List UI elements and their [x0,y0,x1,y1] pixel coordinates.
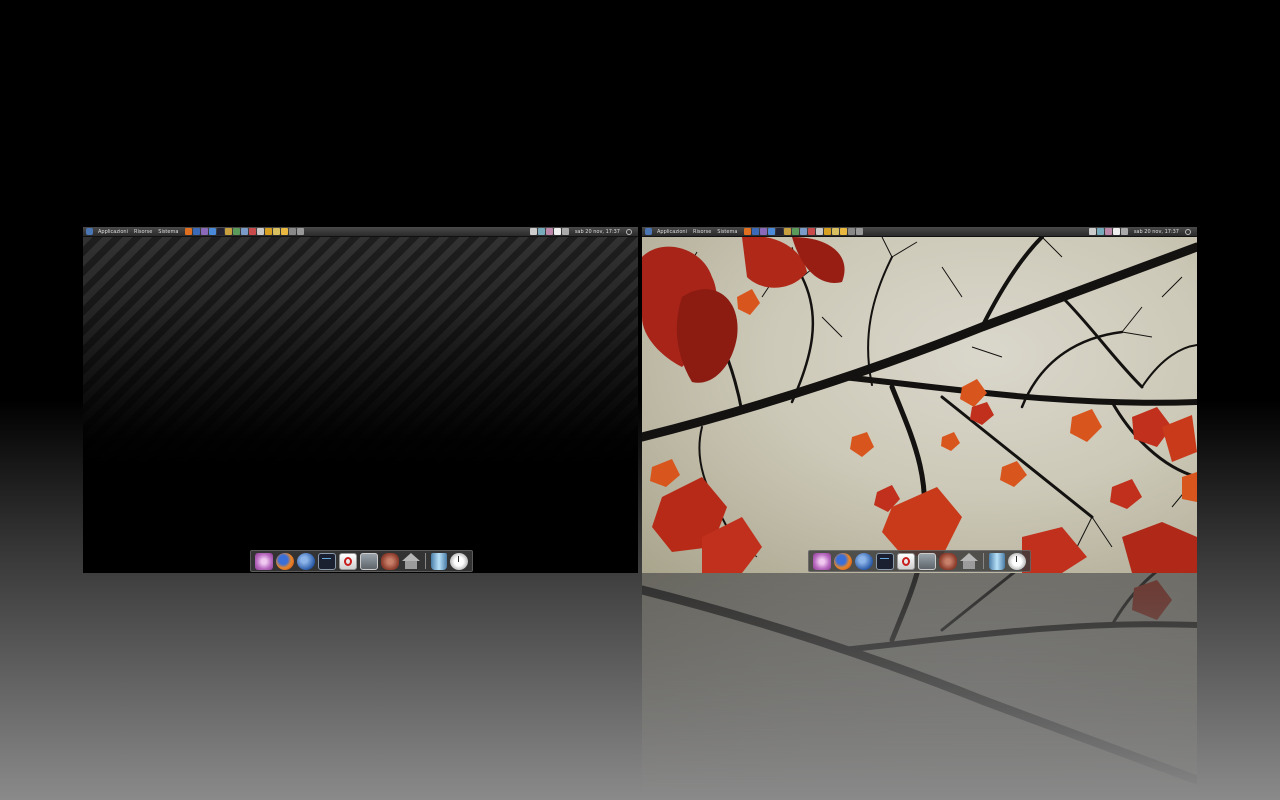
tray-pidgin-icon[interactable] [545,228,553,235]
tray-window-icon[interactable] [529,228,537,235]
terminal-launcher-icon[interactable] [217,228,225,235]
archive-launcher-icon[interactable] [225,228,233,235]
web-launcher-icon[interactable] [209,228,217,235]
settings-launcher-icon[interactable] [848,228,856,235]
workspace-1[interactable]: Applicazioni Risorse Sistema sab 20 nov,… [83,227,638,573]
thunderbird-launcher-icon[interactable] [193,228,201,235]
archive-launcher-icon[interactable] [784,228,792,235]
trash-icon[interactable] [431,552,447,570]
firefox-icon[interactable] [276,552,294,570]
settings-icon[interactable] [813,552,831,570]
calendar-launcher-icon[interactable] [808,228,816,235]
gimp-icon[interactable] [939,552,957,570]
tray-volume-icon[interactable] [1120,228,1128,235]
tray-mail-icon[interactable] [1112,228,1120,235]
folder-launcher-icon[interactable] [840,228,848,235]
editor-launcher-icon[interactable] [816,228,824,235]
workspace-2[interactable]: Applicazioni Risorse Sistema sab 20 nov,… [642,227,1197,573]
tray-trash-icon[interactable] [1096,228,1104,235]
tray-mail-icon[interactable] [553,228,561,235]
menu-applications[interactable]: Applicazioni [95,229,131,235]
home-icon[interactable] [960,553,978,569]
home-launcher-icon[interactable] [832,228,840,235]
distro-logo-icon[interactable] [645,228,652,235]
opera-icon[interactable] [897,552,915,570]
clock-icon[interactable] [450,552,468,570]
menu-applications[interactable]: Applicazioni [654,229,690,235]
terminal-icon[interactable] [318,552,336,570]
firefox-icon[interactable] [834,552,852,570]
thunderbird-icon[interactable] [297,552,315,570]
dock [808,550,1031,572]
web-launcher-icon[interactable] [768,228,776,235]
power-icon[interactable] [1185,228,1191,235]
distro-logo-icon[interactable] [86,228,93,235]
dock-separator [425,553,426,569]
gimp-icon[interactable] [381,552,399,570]
thunderbird-launcher-icon[interactable] [752,228,760,235]
disk-launcher-icon[interactable] [856,228,864,235]
panel-clock[interactable]: sab 20 nov, 17:37 [569,229,626,235]
system-tray [529,228,569,235]
network-launcher-icon[interactable] [233,228,241,235]
settings-icon[interactable] [255,552,273,570]
menu-places[interactable]: Risorse [690,229,714,235]
menu-places[interactable]: Risorse [131,229,155,235]
terminal-icon[interactable] [876,552,894,570]
image-launcher-icon[interactable] [241,228,249,235]
window-icon[interactable] [918,552,936,570]
thunderbird-icon[interactable] [855,552,873,570]
system-tray [1088,228,1128,235]
tray-trash-icon[interactable] [537,228,545,235]
menu-system[interactable]: Sistema [714,229,740,235]
window-icon[interactable] [360,552,378,570]
workspace-2-reflection [642,573,1197,800]
reflection-content [642,573,1197,800]
top-panel: Applicazioni Risorse Sistema sab 20 nov,… [642,227,1197,237]
tray-pidgin-icon[interactable] [1104,228,1112,235]
panel-clock[interactable]: sab 20 nov, 17:37 [1128,229,1185,235]
settings-launcher-icon[interactable] [289,228,297,235]
menu-system[interactable]: Sistema [155,229,181,235]
home-launcher-icon[interactable] [273,228,281,235]
pidgin-launcher-icon[interactable] [201,228,209,235]
firefox-launcher-icon[interactable] [185,228,193,235]
clock-icon[interactable] [1008,552,1026,570]
dock-separator [983,553,984,569]
folder-launcher-icon[interactable] [281,228,289,235]
image-launcher-icon[interactable] [800,228,808,235]
wallpaper-autumn-branches [642,235,1197,573]
reflection-content [83,573,638,613]
trash-icon[interactable] [989,552,1005,570]
opera-icon[interactable] [339,552,357,570]
top-panel: Applicazioni Risorse Sistema sab 20 nov,… [83,227,638,237]
calendar-launcher-icon[interactable] [249,228,257,235]
music-launcher-icon[interactable] [265,228,273,235]
editor-launcher-icon[interactable] [257,228,265,235]
wallpaper-dark-stripes [83,237,638,573]
tray-volume-icon[interactable] [561,228,569,235]
autumn-branches-artwork [642,235,1197,573]
firefox-launcher-icon[interactable] [744,228,752,235]
panel-launchers [185,228,305,235]
workspace-1-reflection [83,573,638,613]
disk-launcher-icon[interactable] [297,228,305,235]
dock [250,550,473,572]
pidgin-launcher-icon[interactable] [760,228,768,235]
terminal-launcher-icon[interactable] [776,228,784,235]
panel-launchers [744,228,864,235]
power-icon[interactable] [626,228,632,235]
network-launcher-icon[interactable] [792,228,800,235]
tray-window-icon[interactable] [1088,228,1096,235]
home-icon[interactable] [402,553,420,569]
music-launcher-icon[interactable] [824,228,832,235]
